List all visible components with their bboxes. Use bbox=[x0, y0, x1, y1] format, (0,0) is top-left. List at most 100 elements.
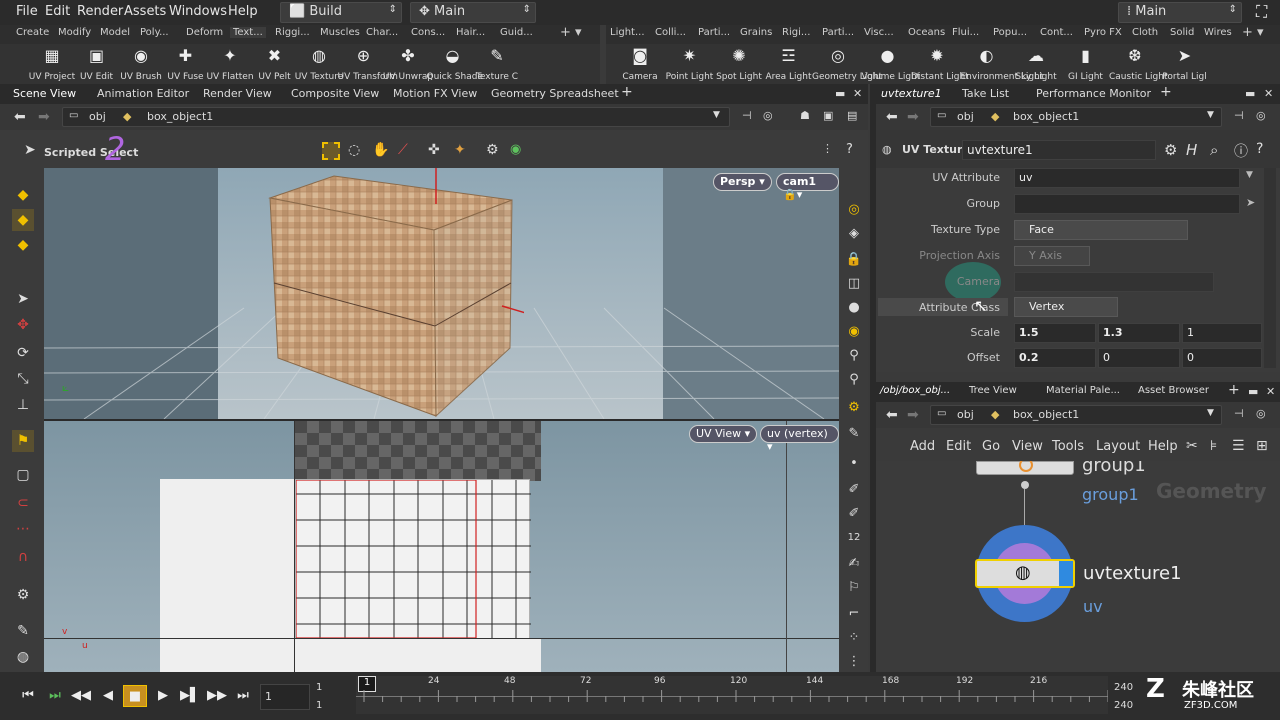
paint-icon[interactable]: ✎ bbox=[12, 620, 34, 642]
shelf-tool-area-light[interactable]: ☲ Area Light bbox=[763, 46, 815, 82]
wireframe-icon[interactable]: ◫ bbox=[843, 274, 865, 294]
right-desktop-selector[interactable]: ⁞ Main ⇕ bbox=[1118, 2, 1242, 23]
shelf-tool-portal-ligl[interactable]: ➤ Portal Ligl bbox=[1159, 46, 1211, 82]
camera-tool-icon[interactable]: ⚙ bbox=[12, 584, 34, 606]
magnet-icon[interactable]: ⊂ bbox=[12, 492, 34, 514]
link-icon[interactable]: ◎ bbox=[1256, 407, 1266, 420]
select-hidden-icon[interactable]: ✦ bbox=[454, 142, 466, 158]
tab-material-palette[interactable]: Material Pale... bbox=[1046, 385, 1120, 396]
tree-icon[interactable]: ⊧ bbox=[1210, 438, 1217, 454]
shelf-tab[interactable]: Guid... bbox=[500, 27, 533, 38]
view-icon[interactable]: ⋯ bbox=[12, 518, 34, 540]
uv-view-menu[interactable]: UV View ▾ bbox=[689, 425, 758, 443]
stop-icon[interactable]: ■ bbox=[123, 685, 147, 707]
back-arrow-icon[interactable]: ⬅ bbox=[886, 407, 898, 423]
menu-file[interactable]: File bbox=[16, 4, 38, 19]
pose-icon[interactable]: ▢ bbox=[12, 464, 34, 486]
net-menu-edit[interactable]: Edit bbox=[946, 439, 971, 454]
forward-arrow-icon[interactable]: ➡ bbox=[907, 407, 919, 423]
shelf-tab[interactable]: Riggi... bbox=[275, 27, 310, 38]
offset-y-field[interactable]: 0 bbox=[1098, 348, 1180, 368]
net-menu-add[interactable]: Add bbox=[910, 439, 935, 454]
shelf-tab[interactable]: Cloth bbox=[1132, 27, 1158, 38]
shelf-tab[interactable]: Cons... bbox=[411, 27, 445, 38]
add-tab-icon[interactable]: + ▾ bbox=[1242, 25, 1264, 40]
shelf-tab[interactable]: Light... bbox=[610, 27, 645, 38]
shelf-tool-texture-c[interactable]: ✎ Texture C bbox=[471, 46, 523, 82]
shelf-tab[interactable]: Cont... bbox=[1040, 27, 1073, 38]
shelf-tool-geometry-light[interactable]: ◎ Geometry Light bbox=[812, 46, 882, 82]
path-node[interactable]: box_object1 bbox=[1013, 110, 1079, 123]
laser-icon[interactable]: ⟋ bbox=[398, 142, 408, 158]
tab-uvtexture1[interactable]: uvtexture1 bbox=[881, 87, 942, 100]
dot-icon[interactable]: • bbox=[843, 454, 865, 474]
play-reverse-icon[interactable]: ◀ bbox=[96, 685, 120, 707]
shelf-tab[interactable]: Muscles bbox=[320, 27, 360, 38]
shelf-tool-volume-light[interactable]: ● Volume Light bbox=[862, 46, 921, 82]
object-mode-icon[interactable]: ◆ bbox=[12, 209, 34, 231]
back-arrow-icon[interactable]: ⬅ bbox=[886, 109, 898, 125]
range-start-2[interactable]: 1 bbox=[316, 700, 322, 711]
tool-options-icon[interactable]: ⋮ bbox=[822, 142, 833, 155]
menu-windows[interactable]: Windows bbox=[169, 4, 227, 19]
shelf-tab[interactable]: Deform bbox=[186, 27, 223, 38]
net-menu-view[interactable]: View bbox=[1012, 439, 1043, 454]
add-tab-icon[interactable]: + ▾ bbox=[560, 25, 582, 40]
shelf-tool-point-light[interactable]: ✷ Point Light bbox=[664, 46, 716, 82]
corner-icon[interactable]: ⌐ bbox=[843, 604, 865, 624]
wrench-icon[interactable]: ✂ bbox=[1186, 438, 1198, 454]
shelf-tool-environment-light[interactable]: ◐ Environment Light bbox=[961, 46, 1044, 82]
gear-icon[interactable]: ⚙ bbox=[843, 398, 865, 418]
net-menu-layout[interactable]: Layout bbox=[1096, 439, 1140, 454]
pane-close-icon[interactable]: ✕ bbox=[853, 87, 862, 100]
select-mode-icon[interactable]: ◆ bbox=[12, 184, 34, 206]
display-option-icon[interactable]: ◍ bbox=[12, 646, 34, 668]
select-connected-icon[interactable]: ⚙ bbox=[486, 142, 499, 158]
pin-icon[interactable]: ⊣ bbox=[742, 109, 752, 122]
shelf-tool-distant-light[interactable]: ✹ Distant Light bbox=[911, 46, 969, 82]
persp-menu[interactable]: Persp ▾ bbox=[713, 173, 772, 191]
snapshot-icon[interactable]: ▣ bbox=[823, 109, 833, 122]
select-arrow-icon[interactable]: ➤ bbox=[1246, 196, 1255, 209]
uv-grid[interactable] bbox=[295, 479, 531, 640]
uvtexture1-node-label[interactable]: uvtexture1 bbox=[1083, 563, 1182, 584]
select-tool-icon[interactable]: ◉ bbox=[510, 142, 521, 157]
chevron-down-icon[interactable]: ▼ bbox=[1207, 408, 1214, 418]
range-end-2[interactable]: 240 bbox=[1114, 700, 1133, 711]
camera-menu[interactable]: cam1 🔒▾ bbox=[776, 173, 839, 201]
shelf-tab[interactable]: Popu... bbox=[993, 27, 1027, 38]
textured-box[interactable] bbox=[264, 168, 524, 419]
net-menu-tools[interactable]: Tools bbox=[1052, 439, 1084, 454]
path-field[interactable]: ▭ obj ◆ box_object1 ▼ bbox=[62, 107, 730, 127]
group1-output-connector[interactable] bbox=[1021, 481, 1029, 489]
shelf-tool-sky-light[interactable]: ☁ Sky Light bbox=[1010, 46, 1062, 82]
tab-asset-browser[interactable]: Asset Browser bbox=[1138, 385, 1209, 396]
step-start-icon[interactable]: ⏭ bbox=[43, 685, 67, 707]
gear-icon[interactable]: ⚙ bbox=[1164, 141, 1177, 159]
projection-axis-menu[interactable]: Y Axis bbox=[1014, 246, 1090, 266]
current-frame-field[interactable]: 1 bbox=[260, 684, 310, 710]
pane-menu-icon[interactable]: ▬ bbox=[835, 87, 845, 100]
pane-close-icon[interactable]: ✕ bbox=[1266, 385, 1275, 398]
shelf-tab[interactable]: Poly... bbox=[140, 27, 169, 38]
grid-icon[interactable]: ⊞ bbox=[1256, 438, 1268, 454]
tab-motion-fx-view[interactable]: Motion FX View bbox=[393, 87, 477, 100]
shelf-tab[interactable]: Modify bbox=[58, 27, 91, 38]
shelf-tab-active[interactable]: Text... bbox=[230, 27, 266, 38]
select-groups-icon[interactable]: ✜ bbox=[428, 142, 440, 158]
param-scrollbar[interactable] bbox=[1264, 168, 1276, 368]
display-option-icon[interactable]: ◎ bbox=[843, 200, 865, 220]
path-node[interactable]: box_object1 bbox=[1013, 408, 1079, 421]
path-root[interactable]: obj bbox=[957, 408, 974, 421]
play-icon[interactable]: ▶ bbox=[151, 685, 175, 707]
shelf-tab[interactable]: Wires bbox=[1204, 27, 1232, 38]
paint-icon[interactable]: ✍ bbox=[843, 554, 865, 574]
desktop-selector[interactable]: ⬜ Build ⇕ bbox=[280, 2, 402, 23]
add-tab-icon[interactable]: + bbox=[1160, 84, 1172, 100]
group1-node[interactable] bbox=[976, 461, 1074, 475]
scale-x-field[interactable]: 1.5 bbox=[1014, 323, 1096, 343]
tab-scene-view[interactable]: Scene View bbox=[13, 87, 76, 100]
shelf-tool-gi-light[interactable]: ▮ GI Light bbox=[1060, 46, 1112, 82]
help-icon[interactable]: ? bbox=[1256, 141, 1263, 157]
tab-tree-view[interactable]: Tree View bbox=[969, 385, 1017, 396]
